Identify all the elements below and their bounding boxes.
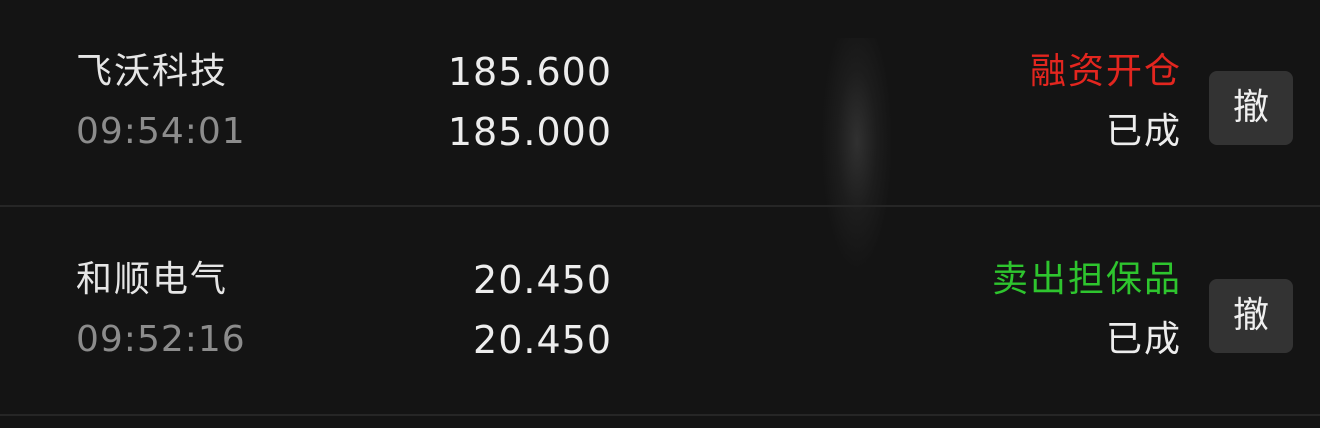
- business-type: 融资开仓: [1029, 51, 1182, 92]
- fill-price: 185.000: [447, 110, 612, 154]
- stock-name: 和顺电气: [76, 259, 229, 300]
- fill-price: 20.450: [473, 318, 612, 362]
- order-status: 已成: [1105, 319, 1182, 360]
- business-type: 卖出担保品: [991, 259, 1182, 300]
- cancel-order-button[interactable]: 撤: [1209, 71, 1293, 145]
- order-time: 09:54:01: [76, 111, 246, 152]
- order-time: 09:52:16: [76, 319, 246, 360]
- order-price: 185.600: [447, 50, 612, 94]
- stock-name: 飞沃科技: [76, 51, 229, 92]
- row-divider: [0, 414, 1320, 416]
- order-status: 已成: [1105, 111, 1182, 152]
- order-list: 飞沃科技 09:54:01 185.600 185.000 融资开仓 已成 撤 …: [0, 0, 1320, 428]
- order-row[interactable]: 飞沃科技 09:54:01 185.600 185.000 融资开仓 已成 撤: [0, 0, 1320, 206]
- order-price: 20.450: [473, 258, 612, 302]
- order-row[interactable]: 和顺电气 09:52:16 20.450 20.450 卖出担保品 已成 撤: [0, 208, 1320, 414]
- row-divider: [0, 205, 1320, 207]
- cancel-order-button[interactable]: 撤: [1209, 279, 1293, 353]
